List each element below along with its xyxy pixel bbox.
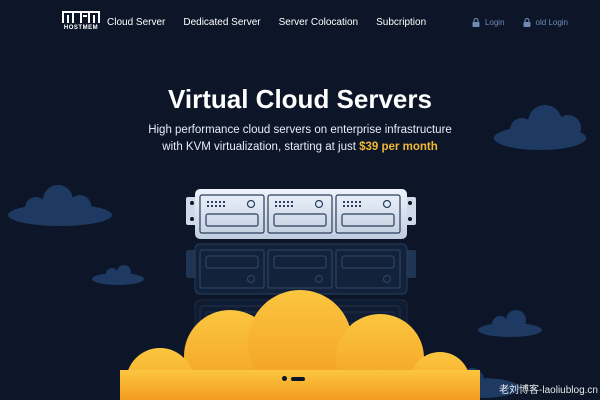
nav-link-dedicated-server[interactable]: Dedicated Server xyxy=(183,17,260,28)
logo-text: HOSTMEM xyxy=(63,25,99,31)
old-login-link[interactable]: old Login xyxy=(523,18,568,27)
lock-icon xyxy=(472,18,480,27)
server-rack xyxy=(186,189,416,239)
account-links: Login old Login xyxy=(472,18,568,27)
hero-subtitle: High performance cloud servers on enterp… xyxy=(0,122,600,156)
hero-banner: HOSTMEM Cloud Server Dedicated Server Se… xyxy=(0,0,600,400)
hero-subtitle-line-2-text: with KVM virtualization, starting at jus… xyxy=(162,141,360,153)
nav-link-cloud-server[interactable]: Cloud Server xyxy=(107,17,165,28)
hero-subtitle-line-2: with KVM virtualization, starting at jus… xyxy=(0,139,600,156)
nav-link-subscription[interactable]: Subcription xyxy=(376,17,426,28)
slider-dot-1[interactable] xyxy=(282,376,287,381)
login-label: Login xyxy=(484,18,505,27)
server-reflection-1 xyxy=(186,243,416,295)
top-navigation: HOSTMEM Cloud Server Dedicated Server Se… xyxy=(0,0,600,48)
nav-links: Cloud Server Dedicated Server Server Col… xyxy=(107,17,426,28)
cloud-orange xyxy=(120,290,480,400)
lock-icon xyxy=(523,18,531,27)
old-login-label: old Login xyxy=(535,18,568,27)
hero-illustration xyxy=(8,105,586,400)
brand-logo[interactable]: HOSTMEM xyxy=(59,10,103,34)
slider-dot-2[interactable] xyxy=(291,376,305,381)
watermark: 老刘博客-laoliublog.cn xyxy=(499,385,598,396)
cloud-left-middle xyxy=(8,185,112,226)
price-highlight: $39 per month xyxy=(359,141,438,153)
cloud-right-small xyxy=(478,310,542,337)
cloud-left-small xyxy=(92,265,144,285)
login-link[interactable]: Login xyxy=(472,18,505,27)
nav-link-server-colocation[interactable]: Server Colocation xyxy=(279,17,358,28)
slider-dots xyxy=(282,376,305,381)
logo-mark-icon xyxy=(62,11,100,23)
hero-title: Virtual Cloud Servers xyxy=(168,84,432,114)
hero-subtitle-line-1: High performance cloud servers on enterp… xyxy=(148,124,452,136)
